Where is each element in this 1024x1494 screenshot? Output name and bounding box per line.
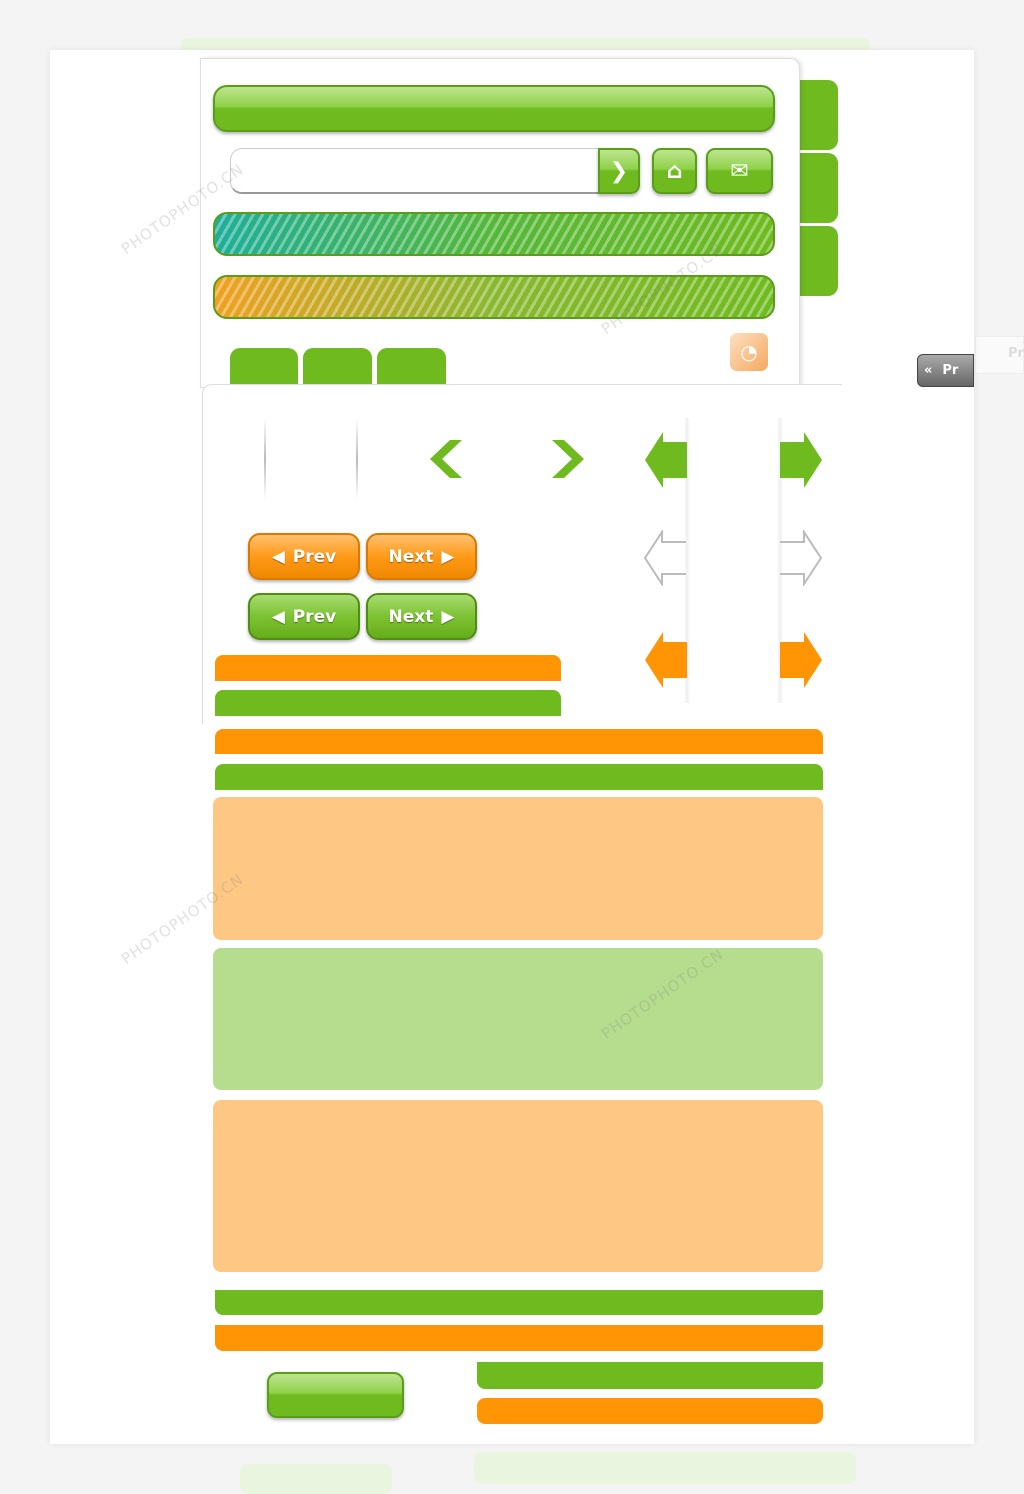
- arrow-left-icon[interactable]: [645, 432, 687, 488]
- progress-bar-orange: [213, 275, 775, 319]
- ghost-bar: [474, 1452, 856, 1484]
- orange-bar: [477, 1398, 823, 1424]
- progress-bar-teal: [213, 212, 775, 256]
- caret-left-icon: ◀: [271, 546, 285, 567]
- double-chevron-left-icon: «: [924, 363, 933, 378]
- rss-icon[interactable]: ◔: [730, 333, 768, 371]
- content-box-orange: [213, 797, 823, 940]
- side-tab[interactable]: [795, 226, 838, 296]
- green-bar: [215, 1290, 823, 1315]
- arrow-right-outline-icon[interactable]: [779, 530, 823, 586]
- green-bar: [477, 1362, 823, 1389]
- chevron-right-icon[interactable]: [550, 438, 586, 480]
- green-bar: [215, 690, 561, 716]
- prev-button-green[interactable]: ◀ Prev: [248, 593, 360, 640]
- go-button[interactable]: ❯: [598, 148, 640, 194]
- orange-bar: [215, 655, 561, 681]
- separator: [264, 418, 266, 500]
- ghost-button: [240, 1464, 392, 1494]
- tab[interactable]: [377, 348, 446, 386]
- green-button[interactable]: [267, 1372, 404, 1418]
- caret-right-icon: ▶: [441, 546, 455, 567]
- arrow-right-icon[interactable]: [780, 432, 822, 488]
- arrow-left-outline-icon[interactable]: [643, 530, 687, 586]
- ghost-label: Pr: [1008, 346, 1024, 361]
- prev-side-button[interactable]: «Pr: [917, 354, 974, 387]
- search-input[interactable]: [230, 148, 602, 194]
- orange-bar: [215, 729, 823, 754]
- caret-left-icon: ◀: [271, 606, 285, 627]
- home-button[interactable]: ⌂: [652, 148, 697, 194]
- header-bar: [213, 85, 775, 132]
- next-button-orange[interactable]: Next ▶: [366, 533, 477, 580]
- prev-button-orange[interactable]: ◀ Prev: [248, 533, 360, 580]
- arrow-right-icon: ❯: [609, 158, 629, 184]
- home-icon: ⌂: [666, 158, 683, 184]
- caret-right-icon: ▶: [441, 606, 455, 627]
- tab[interactable]: [303, 348, 372, 386]
- side-tab[interactable]: [795, 153, 838, 223]
- green-bar: [215, 764, 823, 790]
- content-box-orange: [213, 1100, 823, 1272]
- chevron-left-icon[interactable]: [428, 438, 464, 480]
- side-tab[interactable]: [795, 80, 838, 150]
- content-box-green: [213, 948, 823, 1090]
- arrow-left-orange-icon[interactable]: [645, 632, 687, 688]
- mail-icon: ✉: [730, 158, 749, 184]
- next-button-green[interactable]: Next ▶: [366, 593, 477, 640]
- mail-button[interactable]: ✉: [706, 148, 773, 194]
- tab[interactable]: [230, 348, 298, 386]
- arrow-right-orange-icon[interactable]: [780, 632, 822, 688]
- orange-bar: [215, 1325, 823, 1351]
- separator: [356, 418, 358, 500]
